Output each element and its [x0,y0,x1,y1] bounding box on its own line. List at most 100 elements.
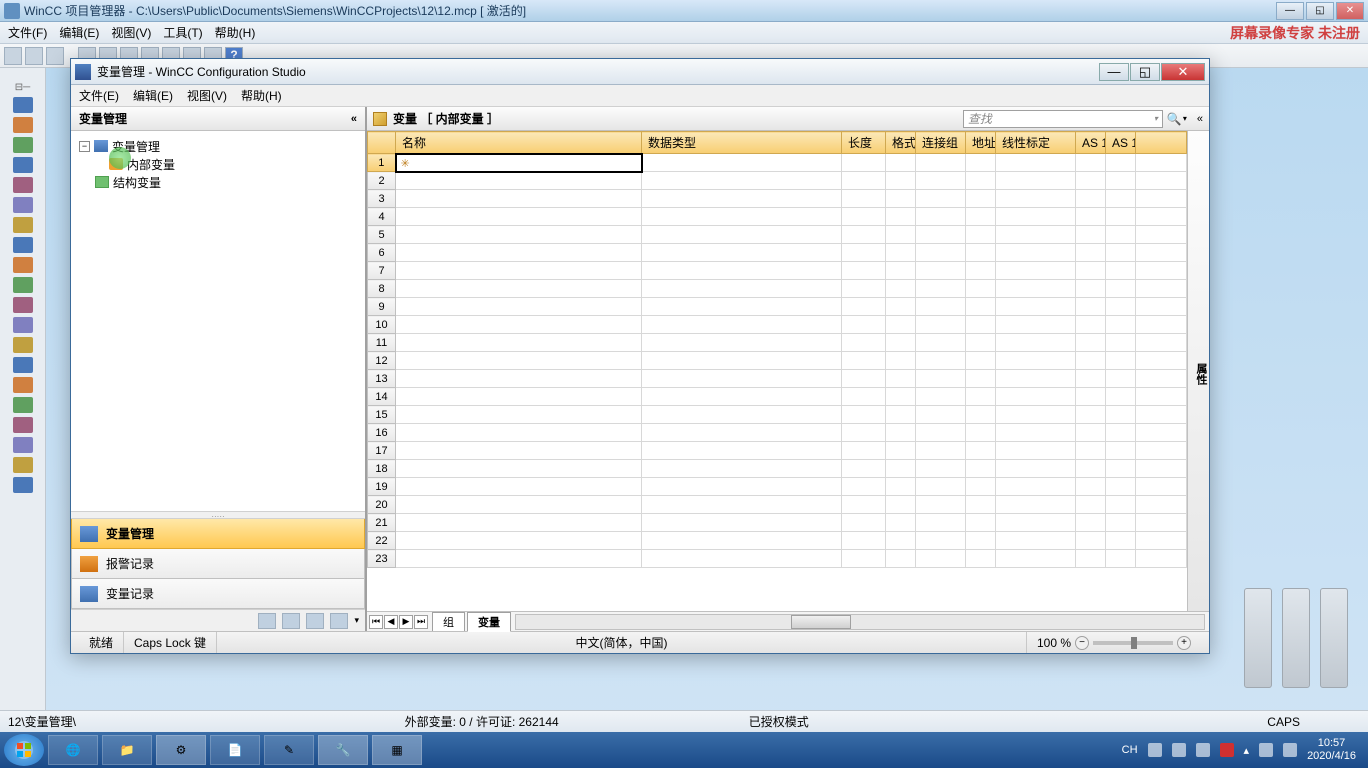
row-number[interactable]: 1 [368,154,396,172]
grid-cell[interactable] [842,532,886,550]
grid-cell[interactable] [1136,550,1187,568]
tray-icon[interactable] [1172,743,1186,757]
row-number[interactable]: 13 [368,370,396,388]
sidebar-icon[interactable] [13,237,33,253]
prev-record-icon[interactable]: ◀ [384,615,398,629]
grid-cell[interactable] [966,190,996,208]
grid-cell[interactable] [642,226,842,244]
tray-icon[interactable] [1196,743,1210,757]
grid-cell[interactable] [996,298,1076,316]
grid-cell[interactable] [396,424,642,442]
tray-expand-icon[interactable]: ▴ [1244,744,1250,757]
sheet-tab-tag[interactable]: 变量 [467,612,511,632]
grid-cell[interactable] [842,388,886,406]
last-record-icon[interactable]: ⏭ [414,615,428,629]
grid-cell[interactable] [1136,334,1187,352]
grid-cell[interactable] [886,352,916,370]
grid-cell[interactable] [966,496,996,514]
grid-cell[interactable] [1076,244,1106,262]
grid-cell[interactable] [996,244,1076,262]
grid-cell[interactable] [966,532,996,550]
menu-edit[interactable]: 编辑(E) [59,24,99,41]
tray-flag-icon[interactable] [1220,743,1234,757]
grid-cell[interactable] [842,316,886,334]
collapse-right-icon[interactable]: « [1197,113,1203,125]
grid-cell[interactable] [842,154,886,172]
grid-cell[interactable] [996,262,1076,280]
zoom-in-button[interactable]: + [1177,636,1191,650]
sidebar-icon[interactable] [13,177,33,193]
ime-indicator[interactable]: CH [1122,744,1138,756]
grid-cell[interactable] [966,406,996,424]
grid-cell[interactable] [996,316,1076,334]
grid-cell[interactable] [966,226,996,244]
grid-cell[interactable] [966,244,996,262]
nav-tool-dropdown-icon[interactable]: ▾ [354,615,359,626]
grid-cell[interactable] [1136,298,1187,316]
row-number[interactable]: 16 [368,424,396,442]
grid-cell[interactable] [1106,172,1136,190]
menu-file[interactable]: 文件(F) [8,24,47,41]
row-number[interactable]: 4 [368,208,396,226]
toolbar-icon[interactable] [4,47,22,65]
grid-cell[interactable] [916,208,966,226]
grid-cell[interactable] [916,226,966,244]
grid-cell[interactable] [396,406,642,424]
tree-struct-tags[interactable]: 结构变量 [75,173,361,191]
grid-cell[interactable] [996,172,1076,190]
grid-cell[interactable] [966,208,996,226]
grid-cell[interactable] [1136,442,1187,460]
grid-cell[interactable] [1136,478,1187,496]
grid-cell[interactable] [842,514,886,532]
grid-cell[interactable] [996,532,1076,550]
grid-cell[interactable] [642,262,842,280]
grid-cell[interactable] [842,262,886,280]
grid-cell[interactable] [1106,334,1136,352]
grid-cell[interactable] [642,442,842,460]
menu-view[interactable]: 视图(V) [111,24,151,41]
col-length[interactable]: 长度 [842,132,886,154]
grid-cell[interactable] [916,460,966,478]
grid-cell[interactable] [966,280,996,298]
search-history-dropdown-icon[interactable]: ▾ [1154,114,1158,123]
row-number[interactable]: 9 [368,298,396,316]
grid-cell[interactable] [966,262,996,280]
data-grid[interactable]: 名称 数据类型 长度 格式 连接组 地址 线性标定 AS 1 AS 1 1✳23… [367,131,1187,611]
sidebar-icon[interactable] [13,197,33,213]
child-menu-view[interactable]: 视图(V) [187,87,227,104]
grid-cell[interactable] [886,244,916,262]
grid-cell[interactable] [886,316,916,334]
grid-cell[interactable] [916,388,966,406]
grid-cell[interactable] [966,298,996,316]
grid-cell[interactable] [996,208,1076,226]
sidebar-icon[interactable] [13,277,33,293]
grid-cell[interactable] [916,550,966,568]
row-number[interactable]: 5 [368,226,396,244]
zoom-out-button[interactable]: − [1075,636,1089,650]
grid-cell[interactable] [842,550,886,568]
grid-cell[interactable] [1076,154,1106,172]
horizontal-scrollbar[interactable] [515,614,1205,630]
grid-cell[interactable] [966,370,996,388]
grid-cell[interactable] [1076,172,1106,190]
col-datatype[interactable]: 数据类型 [642,132,842,154]
grid-cell[interactable] [886,442,916,460]
grid-cell[interactable] [396,496,642,514]
grid-cell[interactable] [842,280,886,298]
sidebar-icon[interactable] [13,297,33,313]
grid-cell[interactable] [1076,190,1106,208]
grid-cell[interactable] [916,154,966,172]
grid-cell[interactable] [396,478,642,496]
grid-cell[interactable] [642,370,842,388]
grid-cell[interactable] [886,424,916,442]
grid-cell[interactable] [842,460,886,478]
grid-cell[interactable] [642,406,842,424]
grid-cell[interactable] [916,190,966,208]
grid-cell[interactable] [1106,208,1136,226]
grid-cell[interactable] [396,208,642,226]
child-maximize-button[interactable]: ◱ [1130,63,1160,81]
grid-cell[interactable] [842,424,886,442]
grid-cell[interactable] [996,424,1076,442]
grid-cell[interactable] [1106,532,1136,550]
grid-cell[interactable] [842,334,886,352]
